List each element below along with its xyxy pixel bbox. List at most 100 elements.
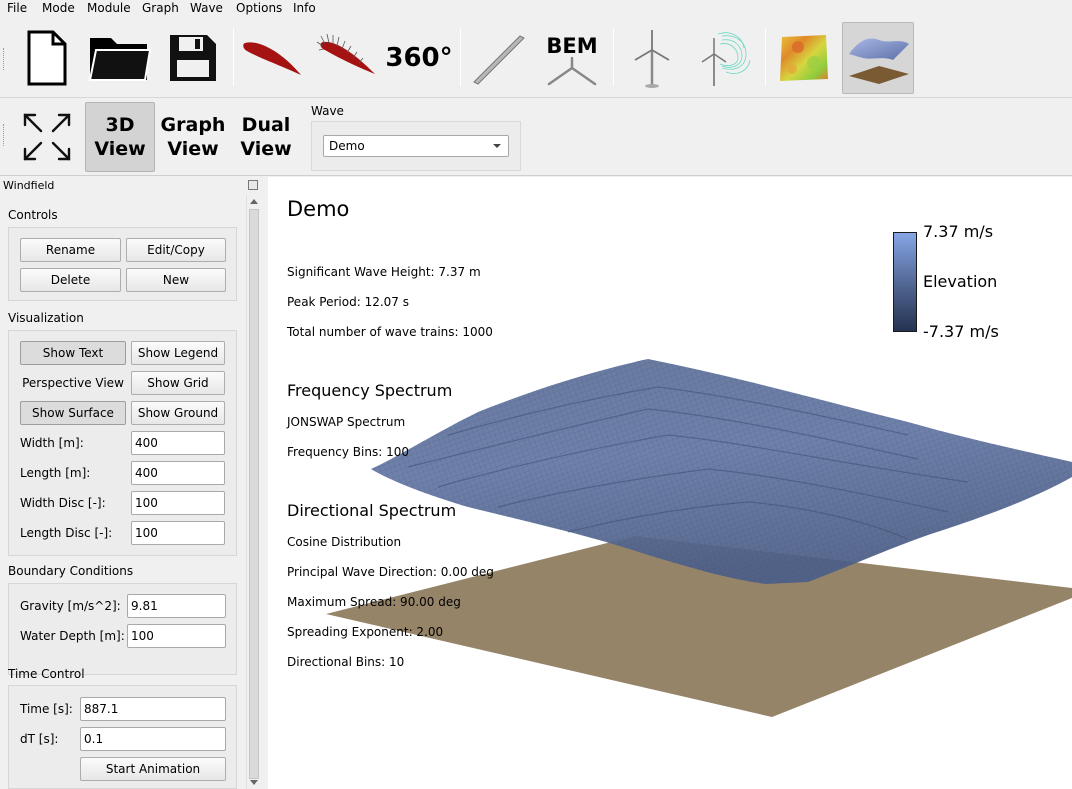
bem-button[interactable]: BEM [536, 22, 608, 94]
dual-view-label: Dual View [240, 114, 292, 160]
width-disc-field[interactable]: 100 [131, 491, 225, 515]
visualization-group: Show Text Show Legend Perspective View S… [8, 330, 237, 556]
dual-view-button[interactable]: Dual View [231, 102, 301, 172]
legend-min-label: -7.37 m/s [923, 322, 999, 341]
controls-group: Rename Edit/Copy Delete New [8, 227, 237, 301]
airfoil-icon [243, 42, 301, 75]
polar-360-label: 360° [385, 43, 453, 73]
polar-360-button[interactable]: 360° [383, 22, 455, 94]
view-toolbar: 3D View Graph View Dual View Wave Demo [0, 98, 1072, 176]
wave-selector-label: Wave [311, 104, 344, 118]
menu-info[interactable]: Info [293, 1, 316, 15]
show-grid-toggle[interactable]: Show Grid [131, 371, 225, 395]
3d-view-button[interactable]: 3D View [85, 102, 155, 172]
new-file-icon [27, 30, 67, 86]
wind-turbine-sim-icon [701, 32, 751, 86]
save-button[interactable] [157, 22, 229, 94]
wave-selector-group: Demo [311, 121, 521, 171]
3d-view-label: 3D View [94, 114, 146, 160]
frequency-spectrum-heading: Frequency Spectrum [287, 381, 453, 400]
windfield-heatmap-icon [780, 35, 828, 81]
time-control-label: Time Control [8, 667, 85, 681]
graph-view-button[interactable]: Graph View [158, 102, 228, 172]
menu-file[interactable]: File [7, 1, 27, 15]
wave-title: Demo [287, 197, 350, 221]
water-depth-field[interactable]: 100 [127, 624, 226, 648]
length-disc-field[interactable]: 100 [131, 521, 225, 545]
show-text-toggle[interactable]: Show Text [20, 341, 126, 365]
expand-arrows-icon [23, 113, 71, 161]
open-folder-button[interactable] [84, 22, 156, 94]
menu-graph[interactable]: Graph [142, 1, 179, 15]
new-button[interactable]: New [126, 268, 226, 292]
scroll-thumb[interactable] [249, 209, 259, 779]
airfoil-button[interactable] [236, 22, 308, 94]
main-toolbar: 360° BEM [0, 18, 1072, 98]
width-field[interactable]: 400 [131, 431, 225, 455]
time-control-group: Time [s]: 887.1 dT [s]: 0.1 Start Animat… [8, 685, 237, 789]
3d-viewport[interactable]: Demo Significant Wave Height: 7.37 m Pea… [268, 177, 1072, 789]
polar-button[interactable] [310, 22, 382, 94]
turbine-vawt-button[interactable] [688, 22, 760, 94]
toolbar-separator [233, 28, 234, 86]
gravity-field[interactable]: 9.81 [127, 594, 226, 618]
blade-button[interactable] [462, 22, 534, 94]
width-disc-label: Width Disc [-]: [20, 496, 106, 510]
rename-button[interactable]: Rename [20, 238, 121, 262]
elevation-legend-bar [893, 232, 917, 332]
menu-bar: File Mode Module Graph Wave Options Info [0, 0, 1072, 18]
show-surface-toggle[interactable]: Show Surface [20, 401, 126, 425]
wave-surface-icon [849, 38, 909, 84]
windfield-button[interactable] [768, 22, 840, 94]
svg-text:BEM: BEM [546, 34, 597, 58]
scroll-down-icon[interactable] [250, 780, 258, 785]
toolbar-grip[interactable] [3, 124, 6, 146]
boundary-conditions-group: Gravity [m/s^2]: 9.81 Water Depth [m]: 1… [8, 583, 237, 675]
delete-button[interactable]: Delete [20, 268, 121, 292]
max-spread-text: Maximum Spread: 90.00 deg [287, 595, 461, 609]
float-dock-icon[interactable] [248, 180, 258, 190]
dock-scrollbar[interactable] [246, 195, 260, 789]
toolbar-separator [613, 28, 614, 86]
show-ground-toggle[interactable]: Show Ground [131, 401, 225, 425]
scroll-up-icon[interactable] [250, 199, 258, 204]
dt-label: dT [s]: [20, 732, 59, 746]
length-field[interactable]: 400 [131, 461, 225, 485]
edit-copy-button[interactable]: Edit/Copy [126, 238, 226, 262]
start-animation-button[interactable]: Start Animation [80, 757, 226, 781]
new-file-button[interactable] [10, 22, 82, 94]
menu-mode[interactable]: Mode [42, 1, 75, 15]
time-field[interactable]: 887.1 [80, 697, 226, 721]
menu-wave[interactable]: Wave [190, 1, 223, 15]
show-legend-toggle[interactable]: Show Legend [131, 341, 225, 365]
wave-mesh [371, 359, 1072, 584]
length-label: Length [m]: [20, 466, 91, 480]
frequency-bins-text: Frequency Bins: 100 [287, 445, 409, 459]
visualization-label: Visualization [8, 311, 84, 325]
principal-direction-text: Principal Wave Direction: 0.00 deg [287, 565, 494, 579]
blade-icon [473, 35, 525, 85]
graph-view-label: Graph View [160, 114, 226, 160]
chevron-down-icon [493, 144, 501, 148]
length-disc-label: Length Disc [-]: [20, 526, 113, 540]
fit-view-button[interactable] [12, 102, 82, 172]
wave-select[interactable]: Demo [323, 135, 509, 157]
controls-label: Controls [8, 208, 58, 222]
menu-options[interactable]: Options [236, 1, 282, 15]
sig-wave-height-text: Significant Wave Height: 7.37 m [287, 265, 481, 279]
dt-field[interactable]: 0.1 [80, 727, 226, 751]
legend-max-label: 7.37 m/s [923, 222, 994, 241]
folder-icon [88, 38, 152, 81]
directional-bins-text: Directional Bins: 10 [287, 655, 405, 669]
bem-rotor-icon: BEM [546, 34, 598, 86]
toolbar-grip[interactable] [3, 48, 6, 70]
water-depth-label: Water Depth [m]: [20, 629, 125, 643]
menu-module[interactable]: Module [87, 1, 131, 15]
directional-spectrum-heading: Directional Spectrum [287, 501, 457, 520]
windfield-dock: Windfield Controls Rename Edit/Copy Dele… [0, 177, 262, 789]
time-label: Time [s]: [20, 702, 73, 716]
wave-module-button[interactable] [842, 22, 914, 94]
turbine-hawt-button[interactable] [616, 22, 688, 94]
perspective-view-toggle[interactable]: Perspective View [20, 371, 126, 395]
wave-select-value: Demo [329, 139, 365, 153]
